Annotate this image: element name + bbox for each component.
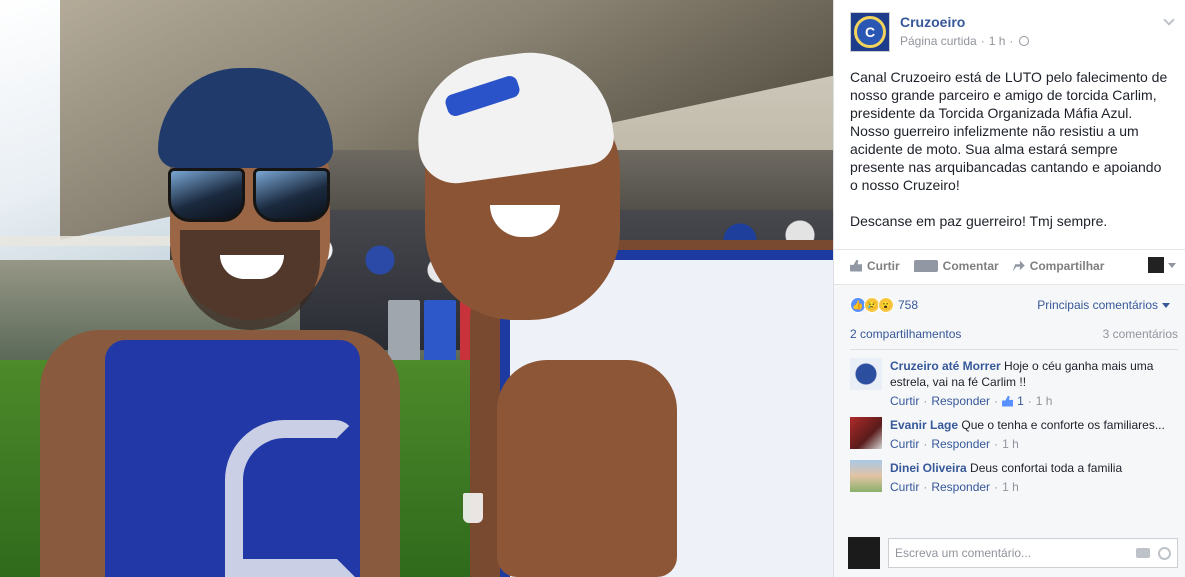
caret-down-icon bbox=[1162, 302, 1170, 308]
post-photo[interactable] bbox=[0, 0, 833, 577]
camera-icon[interactable] bbox=[1136, 548, 1150, 558]
identity-selector[interactable] bbox=[1148, 257, 1176, 273]
avatar bbox=[1148, 257, 1164, 273]
globe-icon[interactable] bbox=[1019, 36, 1030, 46]
feedback-section: 👍 😢 😮 758 Principais comentários 2 compa… bbox=[834, 284, 1185, 577]
comment-author[interactable]: Evanir Lage bbox=[890, 418, 958, 432]
comment-time[interactable]: 1 h bbox=[1002, 436, 1019, 452]
thumbs-up-icon bbox=[1002, 395, 1014, 407]
thumbs-up-icon bbox=[850, 259, 862, 272]
share-button[interactable]: Compartilhar bbox=[1012, 258, 1105, 273]
like-label: Curtir bbox=[867, 258, 900, 273]
comment-like-link[interactable]: Curtir bbox=[890, 479, 919, 495]
post-meta: Página curtida · 1 h · bbox=[900, 34, 1173, 48]
comment-actions: Curtir · Responder · 1 h bbox=[890, 436, 1019, 452]
comment-text: Deus confortai toda a familia bbox=[970, 461, 1123, 475]
comment-item: Cruzeiro até Morrer Hoje o céu ganha mai… bbox=[834, 350, 1185, 409]
comment-like-link[interactable]: Curtir bbox=[890, 436, 919, 452]
comment-text: Que o tenha e conforte os familiares... bbox=[961, 418, 1165, 432]
comment-actions: Curtir · Responder · 1 · 1 h bbox=[890, 393, 1053, 409]
page-name-link[interactable]: Cruzoeiro bbox=[900, 14, 1173, 30]
comment-label: Comentar bbox=[942, 258, 999, 273]
avatar bbox=[848, 537, 880, 569]
post-header: C Cruzoeiro Página curtida · 1 h · bbox=[834, 0, 1185, 60]
separator-dot: · bbox=[1009, 34, 1014, 48]
comment-time[interactable]: 1 h bbox=[1002, 479, 1019, 495]
comment-item: Evanir Lage Que o tenha e conforte os fa… bbox=[834, 409, 1185, 452]
emoji-icon[interactable] bbox=[1158, 546, 1171, 560]
comment-button[interactable]: Comentar bbox=[913, 258, 999, 273]
crest-icon: C bbox=[854, 16, 886, 48]
comment-author[interactable]: Cruzeiro até Morrer bbox=[890, 359, 1001, 373]
page-avatar[interactable]: C bbox=[850, 12, 890, 52]
avatar[interactable] bbox=[850, 460, 882, 492]
thumbs-up-hand bbox=[497, 360, 677, 577]
comment-reply-link[interactable]: Responder bbox=[931, 436, 990, 452]
caret-down-icon bbox=[1168, 262, 1176, 268]
sunglasses bbox=[168, 168, 330, 222]
comment-input-placeholder: Escreva um comentário... bbox=[895, 546, 1032, 560]
comment-time[interactable]: 1 h bbox=[1036, 393, 1053, 409]
like-button[interactable]: Curtir bbox=[850, 259, 900, 273]
comment-item: Dinei Oliveira Deus confortai toda a fam… bbox=[834, 452, 1185, 495]
reaction-count[interactable]: 758 bbox=[898, 298, 918, 312]
separator-dot: · bbox=[980, 34, 985, 48]
post-time[interactable]: 1 h bbox=[989, 34, 1006, 48]
avatar[interactable] bbox=[850, 417, 882, 449]
avatar[interactable] bbox=[850, 358, 882, 390]
comment-like-link[interactable]: Curtir bbox=[890, 393, 919, 409]
share-label: Compartilhar bbox=[1029, 258, 1105, 273]
comment-sort-dropdown[interactable]: Principais comentários bbox=[1037, 298, 1170, 312]
post-actions-bar: Curtir Comentar Compartilhar bbox=[834, 249, 1185, 281]
beard bbox=[180, 230, 320, 330]
comment-sort-label: Principais comentários bbox=[1037, 298, 1158, 312]
comment-reply-link[interactable]: Responder bbox=[931, 479, 990, 495]
wow-reaction-icon[interactable]: 😮 bbox=[878, 297, 894, 313]
share-icon bbox=[1012, 260, 1025, 272]
comment-reply-link[interactable]: Responder bbox=[931, 393, 990, 409]
comment-icon bbox=[913, 259, 938, 272]
post-stats: 2 compartilhamentos 3 comentários bbox=[850, 327, 1178, 350]
comment-like-count[interactable]: 1 bbox=[1017, 393, 1024, 409]
page-liked-label: Página curtida bbox=[900, 34, 977, 48]
post-text: Canal Cruzoeiro está de LUTO pelo faleci… bbox=[850, 69, 1168, 229]
reactions-row: 👍 😢 😮 758 Principais comentários bbox=[834, 285, 1185, 315]
post-sidebar: C Cruzoeiro Página curtida · 1 h · Canal… bbox=[833, 0, 1185, 577]
shares-link[interactable]: 2 compartilhamentos bbox=[850, 327, 961, 341]
jersey-logo bbox=[225, 420, 355, 577]
comment-author[interactable]: Dinei Oliveira bbox=[890, 461, 967, 475]
comment-actions: Curtir · Responder · 1 h bbox=[890, 479, 1019, 495]
comment-count[interactable]: 3 comentários bbox=[1103, 327, 1178, 341]
comment-composer: Escreva um comentário... bbox=[848, 537, 1178, 569]
plastic-cup bbox=[463, 493, 483, 523]
comment-input[interactable]: Escreva um comentário... bbox=[888, 538, 1178, 568]
